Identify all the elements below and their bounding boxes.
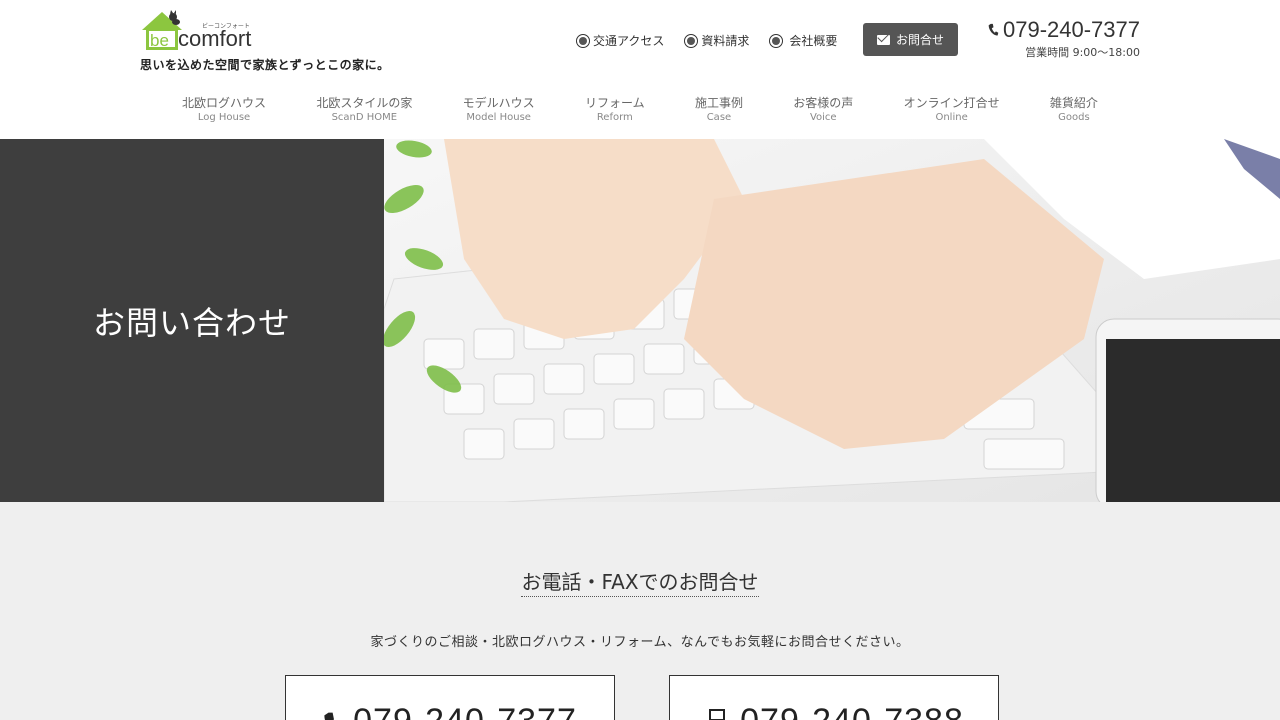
contact-section: お電話・FAXでのお問合せ 家づくりのご相談・北欧ログハウス・リフォーム、なんで…	[0, 502, 1280, 720]
nav-goods[interactable]: 雑貨紹介 Goods	[1038, 94, 1110, 123]
contact-button[interactable]: お問合せ	[863, 23, 958, 56]
nav-reform[interactable]: リフォーム Reform	[573, 94, 657, 123]
nav-log-house[interactable]: 北欧ログハウス Log House	[170, 94, 278, 123]
phone-icon	[988, 23, 999, 36]
mail-icon	[876, 34, 890, 45]
nav-case[interactable]: 施工事例 Case	[683, 94, 755, 123]
site-header: be comfort ビーコンフォート 思いを込めた空間で家族とずっとこの家に。…	[0, 0, 1280, 139]
main-nav: 北欧ログハウス Log House 北欧スタイルの家 ScanD HOME モデルハ…	[170, 94, 1110, 123]
hero-title-panel: お問い合わせ	[0, 139, 384, 502]
bullet-icon	[684, 33, 699, 48]
fax-icon	[709, 709, 726, 720]
hero-banner: お問い合わせ	[0, 139, 1280, 502]
bullet-icon	[576, 33, 590, 48]
fax-number: 079-240-7388	[740, 702, 964, 720]
tel-box[interactable]: 079-240-7377	[285, 675, 615, 720]
access-link[interactable]: 交通アクセス	[576, 32, 664, 49]
brochure-request-link[interactable]: 資料請求	[684, 32, 749, 49]
hero-image-keyboard	[384, 139, 1280, 502]
nav-online[interactable]: オンライン打合せ Online	[892, 94, 1012, 123]
page-title: お問い合わせ	[92, 303, 291, 342]
fax-box[interactable]: 079-240-7388	[669, 675, 999, 720]
header-phone-number[interactable]: 079-240-7377	[1003, 17, 1140, 43]
svg-text:be: be	[150, 31, 169, 50]
company-profile-link[interactable]: 会社概要	[769, 32, 837, 49]
phone-icon	[324, 712, 335, 720]
nav-model-house[interactable]: モデルハウス Model House	[451, 94, 547, 123]
svg-text:ビーコンフォート: ビーコンフォート	[202, 22, 250, 30]
tel-number: 079-240-7377	[353, 702, 577, 720]
business-hours: 営業時間 9:00～18:00	[1025, 46, 1140, 59]
nav-scand-home[interactable]: 北欧スタイルの家 ScanD HOME	[304, 94, 424, 123]
section-heading: お電話・FAXでのお問合せ	[0, 566, 1280, 597]
utility-links: 交通アクセス 資料請求 会社概要	[576, 32, 837, 49]
site-logo[interactable]: be comfort ビーコンフォート	[140, 8, 265, 52]
nav-voice[interactable]: お客様の声 Voice	[781, 94, 865, 123]
header-phone: 079-240-7377 営業時間 9:00～18:00	[988, 17, 1140, 60]
site-tagline: 思いを込めた空間で家族とずっとこの家に。	[140, 58, 390, 72]
section-description: 家づくりのご相談・北欧ログハウス・リフォーム、なんでもお気軽にお問合せください。	[370, 635, 910, 650]
bullet-icon	[769, 33, 784, 48]
